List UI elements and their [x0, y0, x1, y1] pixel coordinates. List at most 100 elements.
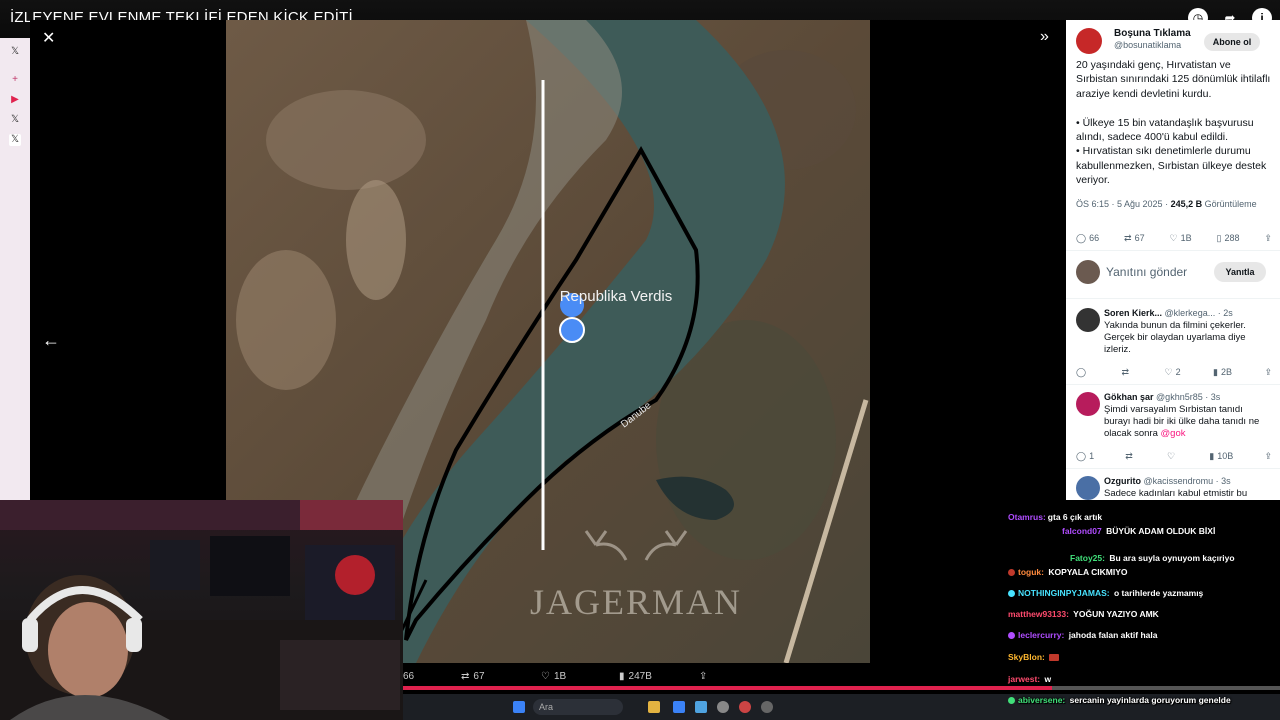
avatar[interactable] [1076, 28, 1102, 54]
reply-count: 66 [1089, 233, 1100, 243]
reply-icon[interactable]: ◯ [1076, 364, 1089, 380]
like-count: 1B [1180, 233, 1192, 243]
like-count: 1B [553, 671, 567, 682]
chat-username[interactable]: NOTHINGINPYJAMAS: [1018, 588, 1110, 598]
divider [1066, 298, 1280, 299]
repost-button[interactable]: ⇄ 67 [1124, 230, 1145, 246]
like-button[interactable]: ♡ 1B [541, 671, 566, 682]
x-logo-icon[interactable]: 𝕏 [9, 46, 21, 58]
arrow-left-icon[interactable]: ← [42, 330, 60, 351]
chat-message: leclercurry: jahoda falan aktif hala [1008, 630, 1158, 640]
comment-item[interactable]: Soren Kierk... @klerkega... · 2s Yakında… [1076, 308, 1272, 388]
post-text: 20 yaşındaki genç, Hırvatistan ve Sırbis… [1076, 59, 1271, 187]
chat-username[interactable]: falcond07 [1062, 526, 1102, 536]
author-name[interactable]: Boşuna Tıklama [1114, 28, 1191, 39]
obs-icon[interactable] [717, 701, 729, 713]
post-view-count: 245,2 B [1170, 199, 1203, 209]
follow-button[interactable]: Abone ol [1204, 33, 1260, 51]
webcam-overlay [0, 500, 403, 720]
heart-icon[interactable]: ♡ [1167, 448, 1178, 464]
comment-author[interactable]: Ozgurito @kacissendromu · 3s [1104, 476, 1231, 486]
mention-link[interactable]: @gok [1161, 428, 1186, 439]
chat-username[interactable]: matthew93133: [1008, 609, 1069, 619]
app-icon[interactable] [761, 701, 773, 713]
x-logo-icon[interactable]: 𝕏 [9, 134, 21, 146]
reply-icon[interactable]: ◯ 1 [1076, 448, 1094, 464]
chat-message: toguk: KOPYALA CIKMIYO [1008, 567, 1128, 577]
repost-icon[interactable]: ⇄ [1125, 448, 1136, 464]
chat-text: BÜYÜK ADAM OLDUK BİXİ [1106, 526, 1216, 536]
reply-submit-button[interactable]: Yanıtla [1214, 262, 1266, 282]
views-button[interactable]: ▮ 247B [619, 671, 652, 682]
reply-icon: ◯ [1076, 232, 1087, 243]
heart-icon: ♡ [1169, 232, 1178, 243]
author-handle[interactable]: @bosunatiklama [1114, 40, 1181, 50]
repost-icon: ⇄ [1124, 232, 1132, 243]
chat-text: w [1044, 674, 1052, 684]
share-icon[interactable]: ⇪ [699, 671, 707, 682]
views-count: 247B [628, 671, 652, 682]
reply-button[interactable]: ◯ 66 [1076, 230, 1099, 246]
heart-icon[interactable]: ♡ 2 [1165, 364, 1181, 380]
divider [1066, 250, 1280, 251]
heart-icon: ♡ [541, 671, 550, 682]
repost-count: 67 [1134, 233, 1145, 243]
chat-badge-icon [1008, 569, 1015, 576]
bookmark-count: 288 [1224, 233, 1240, 243]
repost-button[interactable]: ⇄ 67 [461, 671, 485, 682]
share-icon[interactable]: ⇪ [1264, 448, 1272, 464]
chevron-double-right-icon[interactable]: » [1040, 28, 1049, 46]
chat-username[interactable]: toguk: [1018, 567, 1044, 577]
comment-author[interactable]: Soren Kierk... @klerkega... · 2s [1104, 308, 1233, 318]
chat-badge-icon [1008, 632, 1015, 639]
chrome-icon[interactable] [739, 701, 751, 713]
bar-chart-icon[interactable]: ▮ 10B [1209, 448, 1233, 464]
x-logo-icon[interactable]: 𝕏 [9, 114, 21, 126]
bookmark-button[interactable]: ▯ 288 [1217, 230, 1240, 246]
chat-username[interactable]: SkyBlon: [1008, 652, 1045, 662]
chat-username[interactable]: abiversene: [1018, 695, 1065, 705]
avatar[interactable] [1076, 476, 1100, 500]
chat-username[interactable]: Fatoy25: [1070, 553, 1105, 563]
chat-text: o tarihlerde yazmamış [1114, 588, 1204, 598]
avatar[interactable] [1076, 392, 1100, 416]
bar-chart-icon: ▮ [619, 671, 625, 682]
comment-author[interactable]: Gökhan şar @gkhn5r85 · 3s [1104, 392, 1220, 402]
chat-text: sercanin yayinlarda goruyorum genelde [1069, 695, 1231, 705]
edge-icon[interactable] [673, 701, 685, 713]
share-icon[interactable]: ⇪ [1264, 230, 1272, 246]
comment-item[interactable]: Gökhan şar @gkhn5r85 · 3s Şimdi varsayal… [1076, 392, 1272, 472]
windows-start-icon[interactable] [513, 701, 525, 713]
playback-progress[interactable] [403, 686, 1280, 690]
reply-input[interactable]: Yanıtını gönder [1106, 265, 1187, 279]
chat-text: gta 6 çık artık [1047, 512, 1103, 522]
comment-actions: ◯ 1 ⇄ ♡ ▮ 10B ⇪ [1076, 448, 1272, 464]
bookmark-icon: ▯ [1216, 232, 1222, 243]
chat-text: KOPYALA CIKMIYO [1048, 567, 1128, 577]
chat-username[interactable]: jarwest: [1008, 674, 1040, 684]
close-icon[interactable]: ✕ [42, 28, 55, 48]
divider [1066, 384, 1280, 385]
chat-text: jahoda falan aktif hala [1068, 630, 1158, 640]
chat-message: matthew93133: YOĞUN YAZIYO AMK [1008, 609, 1159, 619]
chat-username[interactable]: leclercurry: [1018, 630, 1064, 640]
file-explorer-icon[interactable] [648, 701, 660, 713]
divider [1066, 468, 1280, 469]
comment-item[interactable]: Ozgurito @kacissendromu · 3s Sadece kadı… [1076, 476, 1272, 500]
avatar[interactable] [1076, 308, 1100, 332]
chat-username[interactable]: Otamrus: [1008, 512, 1046, 522]
chat-badge-icon [1008, 590, 1015, 597]
like-button[interactable]: ♡ 1B [1170, 230, 1192, 246]
bar-chart-icon[interactable]: ▮ 2B [1213, 364, 1232, 380]
add-icon[interactable]: + [9, 74, 21, 86]
post-view-label: Görüntüleme [1202, 199, 1257, 209]
comment-text: Yakında bunun da filmini çekerler. Gerçe… [1104, 320, 1246, 355]
steam-icon[interactable] [695, 701, 707, 713]
repost-icon[interactable]: ⇄ [1122, 364, 1133, 380]
share-icon[interactable]: ⇪ [1264, 364, 1272, 380]
reply-composer: Yanıtını gönder Yanıtla [1076, 260, 1272, 286]
taskbar-search[interactable]: Ara [533, 699, 623, 715]
post-meta: ÖS 6:15 · 5 Ağu 2025 · 245,2 B Görüntüle… [1076, 199, 1257, 209]
chat-message: Otamrus: gta 6 çık artık [1008, 512, 1102, 522]
youtube-icon[interactable]: ▶ [9, 94, 21, 106]
